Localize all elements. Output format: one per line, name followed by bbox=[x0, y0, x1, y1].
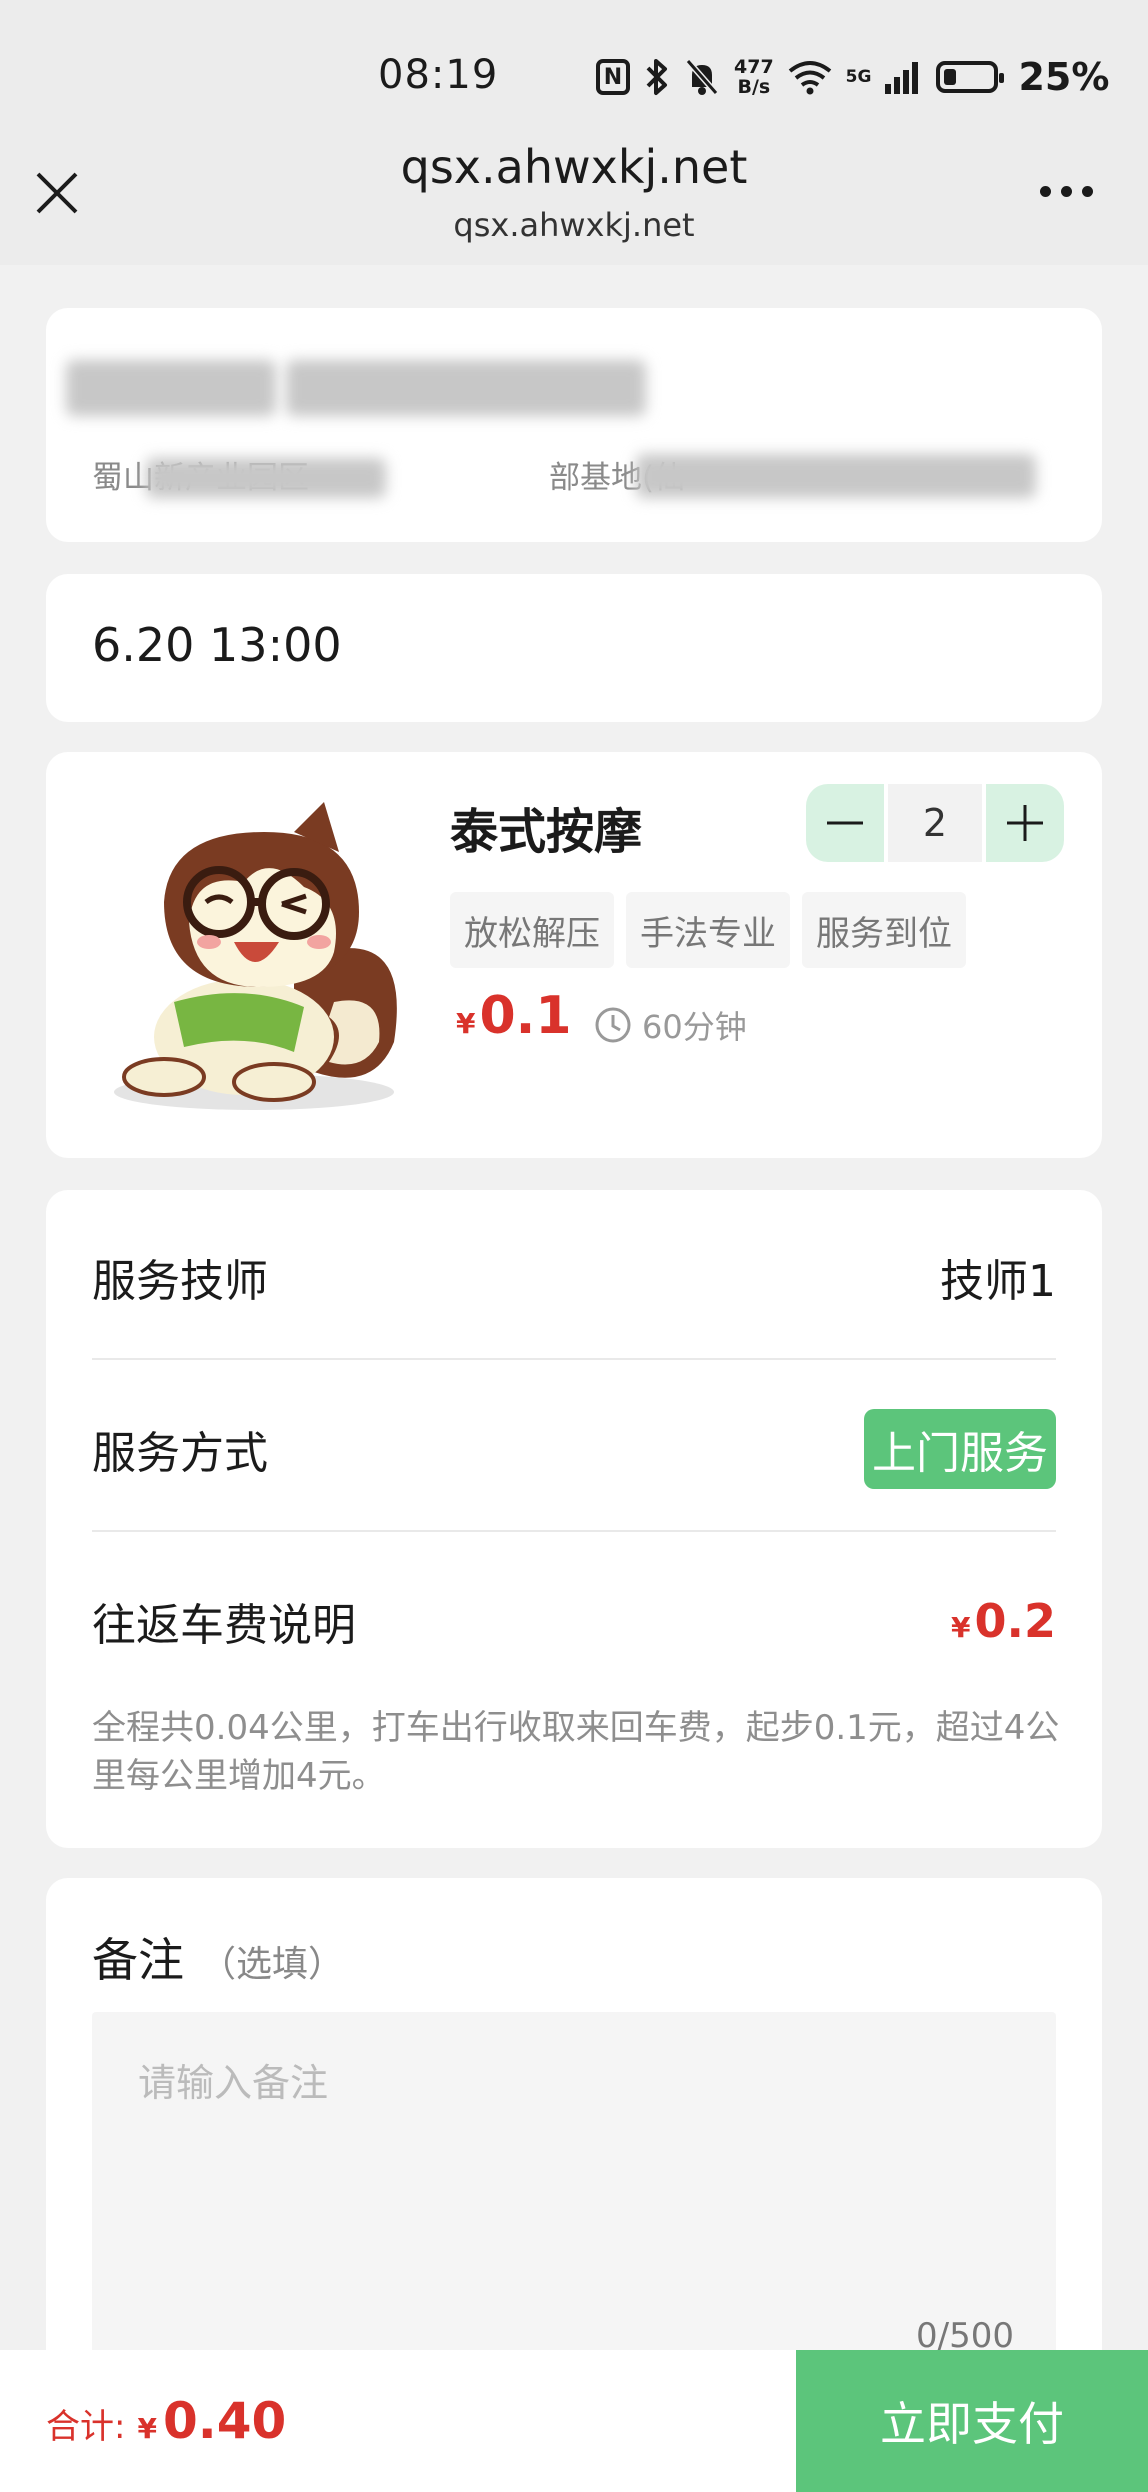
nfc-label: N bbox=[603, 64, 623, 90]
address-redacted-2 bbox=[636, 454, 1036, 498]
service-mode-badge[interactable]: 上门服务 bbox=[864, 1409, 1056, 1489]
net-speed: 477 B/s bbox=[734, 57, 774, 97]
net-speed-unit: B/s bbox=[737, 76, 771, 98]
booking-time: 6.20 13:00 bbox=[92, 618, 342, 672]
service-duration: 60分钟 bbox=[594, 1002, 747, 1048]
quantity-value[interactable]: 2 bbox=[888, 784, 982, 862]
technician-row[interactable]: 服务技师 技师1 bbox=[92, 1230, 1056, 1324]
remark-optional-hint: （选填） bbox=[200, 1944, 345, 1985]
service-mode-row: 服务方式 上门服务 bbox=[92, 1402, 1056, 1496]
status-icons: N 477 B/s 5G 25% bbox=[596, 52, 1109, 102]
wifi-icon bbox=[788, 61, 831, 95]
total-label: 合计: bbox=[46, 2407, 126, 2447]
network-type: 5G bbox=[845, 67, 872, 87]
price-currency: ¥ bbox=[456, 1007, 476, 1040]
total-currency: ¥ bbox=[137, 2412, 157, 2445]
service-name: 泰式按摩 bbox=[450, 804, 643, 860]
service-tag: 服务到位 bbox=[802, 892, 966, 968]
remark-placeholder: 请输入备注 bbox=[138, 2061, 329, 2105]
battery-icon bbox=[936, 61, 1005, 93]
name-redacted bbox=[66, 360, 276, 416]
technician-label: 服务技师 bbox=[92, 1256, 268, 1307]
service-price: ¥ 0.1 bbox=[456, 986, 572, 1046]
phone-redacted bbox=[286, 360, 646, 416]
remark-title: 备注 （选填） bbox=[92, 1924, 344, 1990]
nfc-icon: N bbox=[596, 59, 630, 95]
minus-icon bbox=[827, 821, 863, 825]
remark-label: 备注 bbox=[92, 1933, 184, 1987]
divider bbox=[92, 1358, 1056, 1360]
service-mode-label: 服务方式 bbox=[92, 1428, 268, 1479]
increase-button[interactable] bbox=[986, 784, 1064, 862]
technician-value: 技师1 bbox=[940, 1256, 1056, 1307]
bluetooth-icon bbox=[646, 59, 667, 95]
mute-bell-icon bbox=[685, 59, 719, 95]
service-card: 泰式按摩 2 放松解压 手法专业 服务到位 ¥ 0.1 60分钟 bbox=[46, 752, 1102, 1158]
travel-fee-label: 往返车费说明 bbox=[92, 1600, 356, 1651]
quantity-stepper: 2 bbox=[806, 784, 1064, 862]
net-speed-value: 477 bbox=[734, 56, 774, 78]
total-amount: 0.40 bbox=[162, 2392, 287, 2450]
signal-icon bbox=[885, 60, 919, 94]
duration-text: 60分钟 bbox=[642, 1008, 747, 1046]
service-tags: 放松解压 手法专业 服务到位 bbox=[450, 892, 966, 968]
travel-fee-row: 往返车费说明 ¥ 0.2 bbox=[92, 1574, 1056, 1668]
pay-now-button[interactable]: 立即支付 bbox=[796, 2350, 1148, 2492]
price-value: 0.1 bbox=[479, 986, 572, 1046]
order-total: 合计: ¥ 0.40 bbox=[46, 2392, 286, 2450]
clock-icon bbox=[595, 1007, 631, 1043]
address-redacted-1 bbox=[146, 458, 386, 498]
status-time: 08:19 bbox=[378, 52, 499, 98]
decrease-button[interactable] bbox=[806, 784, 884, 862]
service-tag: 手法专业 bbox=[626, 892, 790, 968]
page-title: qsx.ahwxkj.net bbox=[400, 140, 748, 194]
fee-currency: ¥ bbox=[951, 1611, 971, 1644]
travel-fee-note: 全程共0.04公里，打车出行收取来回车费，起步0.1元，超过4公里每公里增加4元… bbox=[92, 1708, 1060, 1796]
booking-time-card[interactable]: 6.20 13:00 bbox=[46, 574, 1102, 722]
service-mascot-image bbox=[114, 802, 397, 1110]
battery-percent: 25% bbox=[1018, 55, 1110, 99]
plus-icon bbox=[1007, 805, 1043, 841]
fee-amount: 0.2 bbox=[974, 1594, 1057, 1648]
address-card[interactable]: 蜀山新产业园区部基地(仙 bbox=[46, 308, 1102, 542]
more-options-icon[interactable] bbox=[1040, 186, 1093, 197]
service-tag: 放松解压 bbox=[450, 892, 614, 968]
browser-header: 08:19 N 477 B/s 5G 25% qsx.ahwxkj.net qs… bbox=[0, 0, 1148, 265]
travel-fee-value: ¥ 0.2 bbox=[951, 1594, 1056, 1648]
order-details-card: 服务技师 技师1 服务方式 上门服务 往返车费说明 ¥ 0.2 全程共0.04公… bbox=[46, 1190, 1102, 1848]
checkout-bar: 合计: ¥ 0.40 立即支付 bbox=[0, 2350, 1148, 2492]
divider bbox=[92, 1530, 1056, 1532]
page-url: qsx.ahwxkj.net bbox=[453, 206, 695, 244]
